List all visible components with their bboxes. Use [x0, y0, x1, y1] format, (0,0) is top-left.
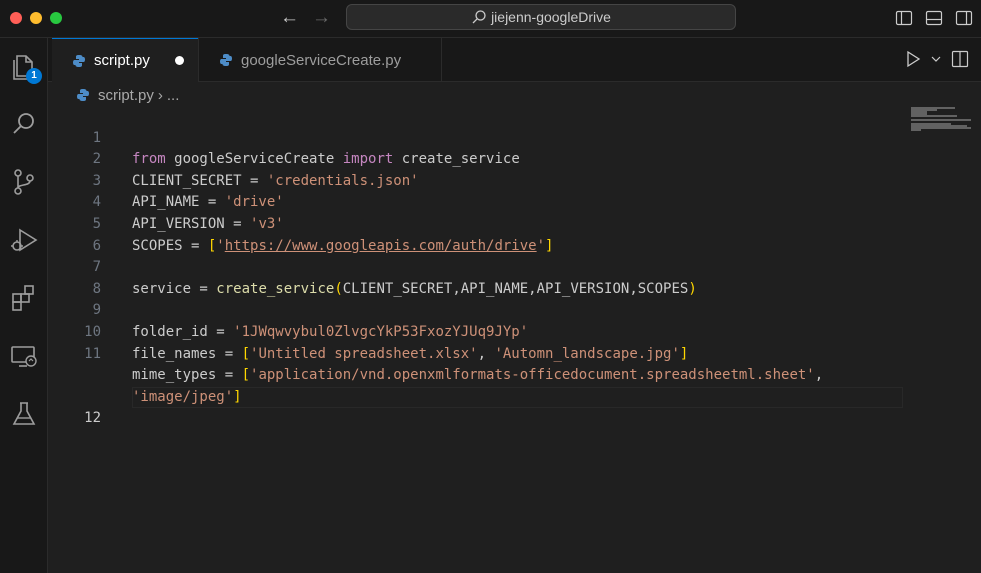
- code-line: 9 folder_id = '1JWqwvybul0ZlvgcYkP53Fxoz…: [48, 279, 903, 340]
- tab-label: script.py: [94, 52, 150, 69]
- breadcrumb-symbols[interactable]: ...: [167, 87, 180, 104]
- code-editor[interactable]: 1 from googleServiceCreate import create…: [48, 106, 908, 573]
- code-line: 8: [48, 257, 903, 297]
- minimap-line: [911, 115, 957, 117]
- remote-explorer-icon[interactable]: [8, 340, 40, 372]
- python-file-icon: [73, 54, 85, 67]
- tab-label: googleServiceCreate.py: [241, 51, 402, 69]
- tab-googleservicecreate-py[interactable]: googleServiceCreate.py: [198, 38, 442, 82]
- code-line: 10 file_names = ['Untitled spreadsheet.x…: [48, 300, 903, 362]
- go-forward-arrow-icon[interactable]: →: [312, 7, 331, 29]
- code-line: 5 SCOPES = ['https://www.googleapis.com/…: [48, 192, 903, 254]
- editor-tab-bar: script.py googleServiceCreate.py: [48, 38, 981, 82]
- minimap[interactable]: [908, 106, 974, 136]
- code-line: 3 API_NAME = 'drive': [48, 149, 903, 211]
- code-line: 11 mime_types = ['application/vnd.openxm…: [48, 322, 903, 384]
- breadcrumb: script.py › ...: [76, 85, 179, 105]
- source-control-icon[interactable]: [8, 166, 40, 198]
- run-python-file-icon[interactable]: [905, 50, 921, 68]
- testing-flask-icon[interactable]: [8, 398, 40, 430]
- code-line: 4 API_VERSION = 'v3': [48, 171, 903, 232]
- toggle-panel-icon[interactable]: [925, 9, 943, 27]
- command-center-search[interactable]: jiejenn-googleDrive: [346, 4, 736, 30]
- code-line: 1 from googleServiceCreate import create…: [48, 106, 903, 168]
- toggle-primary-sidebar-icon[interactable]: [895, 9, 913, 27]
- unsaved-changes-dot-icon[interactable]: [175, 56, 184, 65]
- current-line-highlight: [132, 386, 903, 408]
- python-file-icon: [220, 54, 232, 66]
- go-back-arrow-icon[interactable]: ←: [280, 7, 299, 29]
- code-line-current: 12: [48, 365, 903, 426]
- run-debug-icon[interactable]: [8, 224, 40, 256]
- explorer-badge: 1: [26, 68, 42, 84]
- title-bar: ← → jiejenn-googleDrive: [0, 0, 981, 38]
- search-icon: [472, 10, 486, 24]
- tab-script-py[interactable]: script.py: [52, 38, 198, 82]
- code-line: 7 service = create_service(CLIENT_SECRET…: [48, 236, 903, 297]
- breadcrumb-file[interactable]: script.py: [98, 87, 154, 104]
- workspace-name: jiejenn-googleDrive: [491, 9, 611, 25]
- minimap-line: [911, 119, 971, 121]
- code-line-wrapped: 'image/jpeg']: [132, 388, 242, 405]
- search-icon[interactable]: [8, 108, 40, 140]
- toggle-secondary-sidebar-icon[interactable]: [955, 9, 973, 27]
- code-line: 6: [48, 214, 903, 254]
- minimap-line: [911, 129, 921, 131]
- maximize-window-button[interactable]: [50, 12, 62, 24]
- split-editor-icon[interactable]: [951, 50, 969, 68]
- line-number: 12: [84, 410, 101, 427]
- close-window-button[interactable]: [10, 12, 22, 24]
- chevron-down-icon[interactable]: [931, 54, 941, 64]
- breadcrumb-separator: ›: [157, 86, 163, 104]
- code-line: 2 CLIENT_SECRET = 'credentials.json': [48, 128, 903, 189]
- activity-bar: 1: [0, 38, 48, 573]
- extensions-icon[interactable]: [8, 282, 40, 314]
- minimize-window-button[interactable]: [30, 12, 42, 24]
- python-file-icon: [77, 89, 89, 101]
